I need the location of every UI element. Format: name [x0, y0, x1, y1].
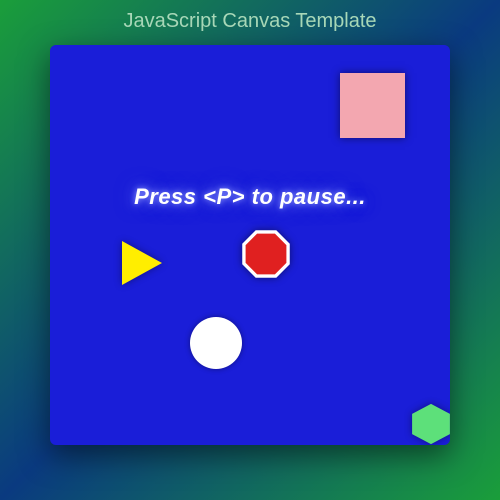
triangle-shape: [122, 241, 162, 285]
hexagon-shape: [410, 403, 450, 445]
game-canvas[interactable]: Press <P> to pause...: [50, 45, 450, 445]
square-shape: [340, 73, 405, 138]
octagon-shape: [242, 230, 290, 278]
page-title: JavaScript Canvas Template: [0, 0, 500, 33]
pause-message: Press <P> to pause...: [134, 184, 366, 210]
circle-shape: [190, 317, 242, 369]
